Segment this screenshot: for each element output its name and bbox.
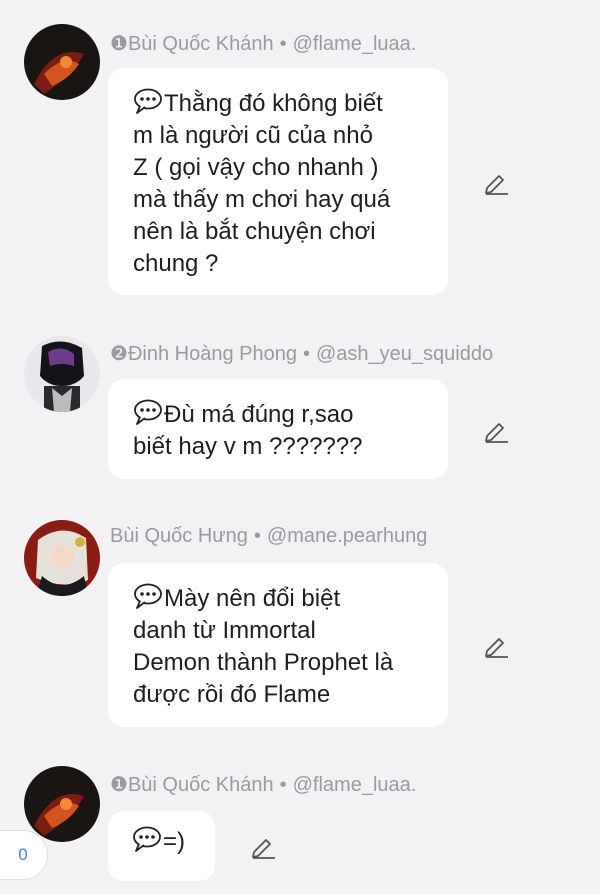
message-line: danh từ Immortal <box>133 617 316 644</box>
avatar[interactable] <box>24 336 100 412</box>
separator-dot: • <box>279 774 287 796</box>
author-handle[interactable]: @flame_luaa. <box>293 33 417 55</box>
pencil-edit-icon[interactable] <box>482 631 510 659</box>
message-line: mà thấy m chơi hay quá <box>133 186 391 213</box>
avatar[interactable] <box>24 24 100 100</box>
separator-dot: • <box>302 343 310 365</box>
message-bubble: =) <box>108 811 215 881</box>
reply-counter-badge[interactable]: 0 <box>0 830 48 880</box>
author-handle[interactable]: @ash_yeu_squiddo <box>316 343 493 365</box>
message-bubble: Mày nên đổi biệt danh từ Immortal Demon … <box>108 563 448 727</box>
pencil-edit-icon[interactable] <box>482 168 510 196</box>
message-meta: ❶Bùi Quốc Khánh • @flame_luaa. <box>110 772 416 797</box>
message-line: m là người cũ của nhỏ <box>133 122 373 149</box>
message-meta: Bùi Quốc Hưng • @mane.pearhung <box>110 525 427 548</box>
message-line: Mày nên đổi biệt <box>133 583 424 615</box>
avatar[interactable] <box>24 766 100 842</box>
rank-badge: ❶ <box>110 33 128 55</box>
message-line: nên là bắt chuyện chơi <box>133 218 376 245</box>
speech-balloon-icon <box>134 583 162 609</box>
pencil-edit-icon[interactable] <box>482 416 510 444</box>
speech-balloon-icon <box>134 399 162 425</box>
author-name[interactable]: Bùi Quốc Hưng <box>110 525 248 547</box>
message-line: =) <box>132 826 195 858</box>
author-handle[interactable]: @mane.pearhung <box>267 525 427 547</box>
message-line: Demon thành Prophet là <box>133 649 394 676</box>
message-meta: ❶Bùi Quốc Khánh • @flame_luaa. <box>110 31 416 56</box>
speech-balloon-icon <box>134 88 162 114</box>
message-line: chung ? <box>133 250 219 277</box>
message-meta: ❷Đinh Hoàng Phong • @ash_yeu_squiddo <box>110 341 493 366</box>
message-line: Thằng đó không biết <box>133 88 424 120</box>
separator-dot: • <box>253 525 261 547</box>
message-line: Đù má đúng r,sao <box>133 399 424 431</box>
speech-balloon-icon <box>133 826 161 852</box>
separator-dot: • <box>279 33 287 55</box>
message-bubble: Đù má đúng r,sao biết hay v m ??????? <box>108 379 448 479</box>
avatar[interactable] <box>24 520 100 596</box>
pencil-edit-icon[interactable] <box>249 832 277 860</box>
message-bubble: Thằng đó không biết m là người cũ của nh… <box>108 68 448 295</box>
author-name[interactable]: Bùi Quốc Khánh <box>128 774 274 796</box>
message-line: được rồi đó Flame <box>133 681 331 708</box>
message-line: biết hay v m ??????? <box>133 433 363 460</box>
message-line: Z ( gọi vậy cho nhanh ) <box>133 154 379 181</box>
author-handle[interactable]: @flame_luaa. <box>293 774 417 796</box>
rank-badge: ❷ <box>110 343 128 365</box>
author-name[interactable]: Bùi Quốc Khánh <box>128 33 274 55</box>
rank-badge: ❶ <box>110 774 128 796</box>
author-name[interactable]: Đinh Hoàng Phong <box>128 343 297 365</box>
